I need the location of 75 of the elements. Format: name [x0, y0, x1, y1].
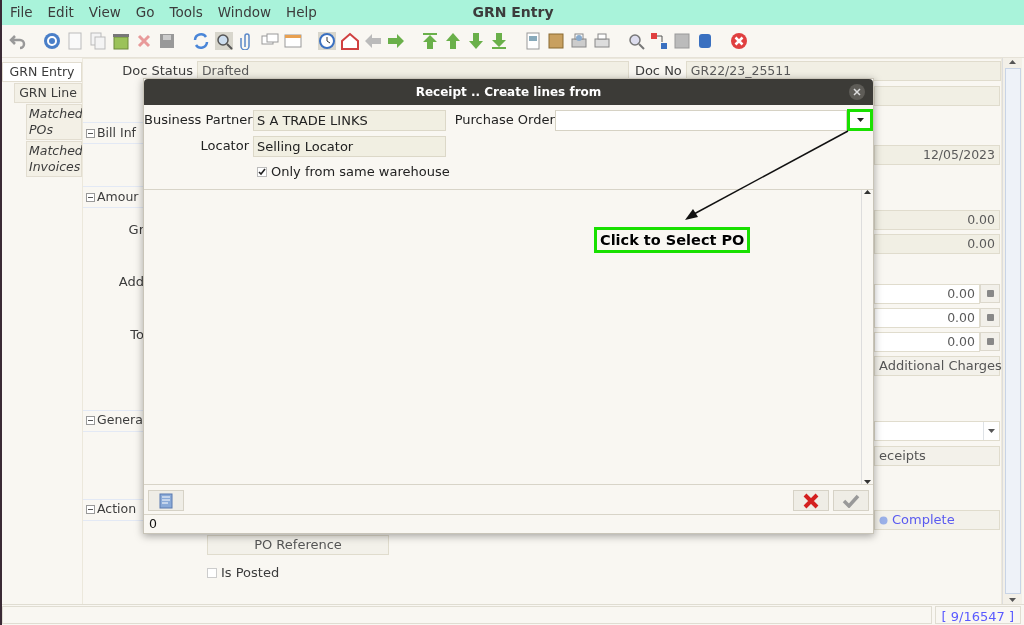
section-header[interactable]: Amour	[97, 187, 139, 207]
export-button[interactable]	[148, 490, 184, 511]
locator-field[interactable]: Selling Locator	[253, 135, 446, 157]
checkbox-label: Is Posted	[221, 564, 280, 582]
action-button[interactable]: Additional Charges	[874, 356, 1000, 376]
collapse-icon	[86, 416, 95, 425]
ok-button[interactable]	[833, 490, 869, 511]
process-button[interactable]: Complete	[874, 510, 1000, 530]
checkbox[interactable]	[257, 167, 267, 177]
scrollbar[interactable]	[1002, 58, 1022, 604]
number-field[interactable]: 0.00	[874, 332, 980, 352]
action-button[interactable]: eceipts	[874, 446, 1000, 466]
field-label: Doc Status	[121, 62, 194, 81]
menu-item[interactable]: Tools	[169, 2, 203, 23]
menu-item[interactable]: File	[10, 2, 33, 23]
business-partner-field[interactable]: S A TRADE LINKS	[253, 109, 446, 131]
field-label: Doc No	[633, 62, 683, 81]
document-icon	[159, 492, 173, 509]
field-label: Gr	[127, 221, 144, 239]
menu-item[interactable]: View	[88, 2, 121, 23]
section-header[interactable]: Genera	[97, 411, 143, 430]
record-counter: [ 9/16547 ]	[934, 606, 1021, 624]
section-header[interactable]: Action	[97, 500, 137, 519]
action-button[interactable]: PO Reference	[207, 535, 389, 555]
tab[interactable]: Matched Invoices	[26, 141, 82, 177]
callout-label: Click to Select PO	[594, 227, 751, 253]
report-icon[interactable]	[523, 29, 543, 53]
clock-icon[interactable]	[317, 29, 337, 53]
section-header[interactable]: Bill Inf	[97, 123, 136, 143]
scroll-up-icon	[1009, 60, 1016, 64]
tab[interactable]: Matched POs	[26, 104, 82, 140]
field-label: Business Partner	[144, 111, 253, 130]
window-title: GRN Entry	[472, 4, 554, 20]
cross-icon	[803, 492, 819, 509]
calculator-button[interactable]	[980, 308, 1000, 327]
scroll-down-icon	[1009, 598, 1016, 602]
dropdown-field[interactable]	[874, 421, 1000, 441]
caret-icon	[856, 117, 864, 122]
menu-item[interactable]: Help	[286, 2, 317, 23]
button-label: Complete	[892, 511, 955, 529]
menu-item[interactable]: Go	[135, 2, 155, 23]
calculator-button[interactable]	[980, 332, 1000, 351]
field-label: Purchase Order	[454, 111, 555, 130]
dialog-title: Receipt .. Create lines from	[415, 84, 602, 101]
purchase-order-field[interactable]	[554, 109, 848, 131]
tab[interactable]: GRN Line	[14, 83, 82, 103]
field-label: To	[129, 326, 144, 344]
tab[interactable]: GRN Entry	[2, 62, 82, 82]
calculator-button[interactable]	[980, 284, 1000, 303]
status-field: Drafted	[196, 61, 629, 81]
collapse-icon	[86, 192, 95, 202]
number-field[interactable]: 0.00	[874, 308, 980, 328]
document-number-field: GR22/23_25511	[685, 61, 1001, 81]
square-icon	[986, 314, 994, 321]
collapse-icon	[86, 505, 95, 514]
search-icon[interactable]	[214, 29, 234, 53]
number-field[interactable]: 0.00	[874, 284, 980, 304]
menu-item[interactable]: Window	[217, 2, 272, 23]
square-icon	[986, 290, 994, 297]
field-label: Locator	[199, 137, 250, 156]
close-button[interactable]	[849, 84, 865, 100]
checkbox-label: Only from same warehouse	[271, 163, 450, 182]
caret-icon	[988, 429, 995, 433]
menu-item[interactable]: Edit	[47, 2, 74, 23]
scrollbar[interactable]	[861, 190, 873, 484]
scroll-down-icon	[864, 480, 871, 484]
collapse-icon	[86, 128, 95, 138]
status-text: 0	[148, 515, 158, 533]
cancel-button[interactable]	[793, 490, 829, 511]
check-icon	[842, 493, 860, 508]
square-icon	[986, 338, 994, 345]
field-label: Add	[117, 272, 144, 291]
scroll-up-icon	[864, 190, 871, 194]
dropdown-button[interactable]	[847, 108, 873, 131]
close-icon	[853, 88, 861, 96]
